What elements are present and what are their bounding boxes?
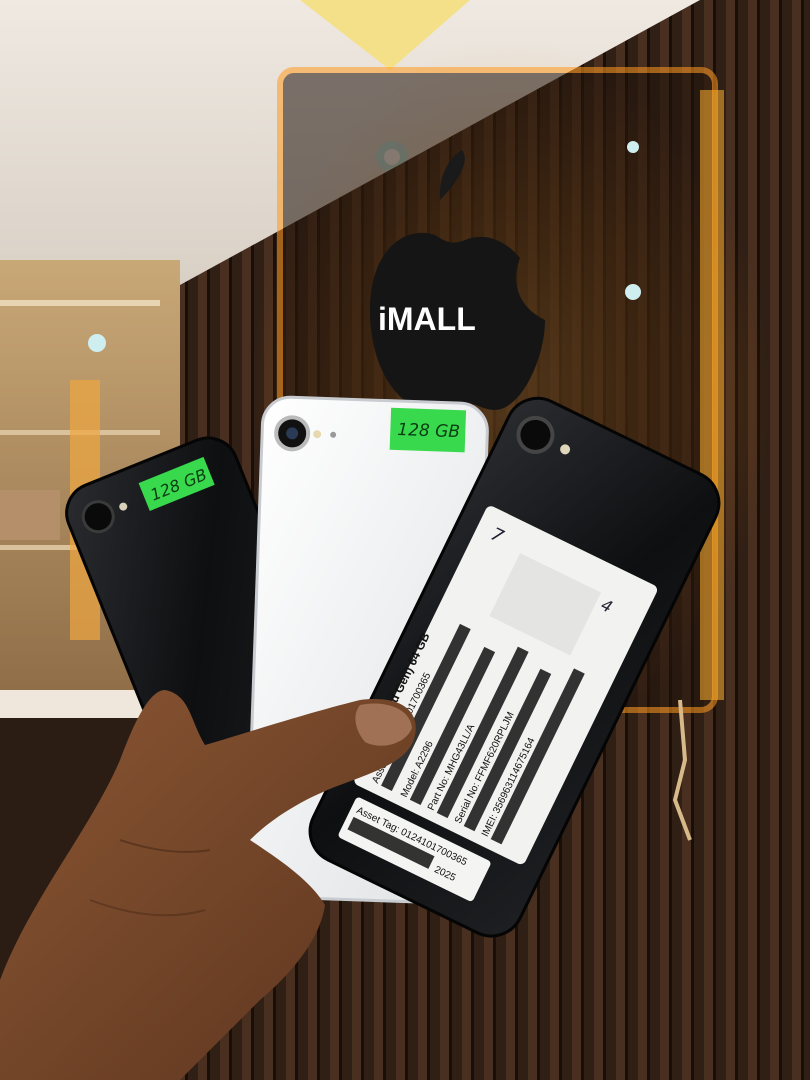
photo-canvas: iMALL 128 GB 128 GB 7 4 iPhone SE (2nd G…	[0, 0, 810, 1080]
storage-sticker-text: 128 GB	[397, 420, 460, 442]
sign-brand-text: iMALL	[378, 301, 476, 337]
photo-scene: iMALL 128 GB 128 GB 7 4 iPhone SE (2nd G…	[0, 0, 810, 1080]
